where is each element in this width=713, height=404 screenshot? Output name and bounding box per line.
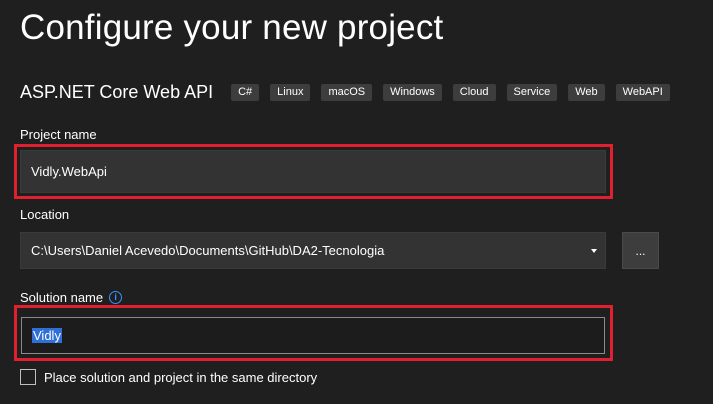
tag-linux: Linux xyxy=(270,83,311,101)
tag-macos: macOS xyxy=(321,83,373,101)
solution-name-input[interactable]: Vidly xyxy=(21,317,605,354)
template-name: ASP.NET Core Web API xyxy=(20,81,214,102)
browse-button[interactable]: ... xyxy=(622,232,659,269)
project-name-label: Project name xyxy=(20,127,97,142)
solution-name-label-row: Solution name i xyxy=(20,290,123,305)
tag-service: Service xyxy=(506,83,558,101)
page-title: Configure your new project xyxy=(20,8,444,47)
chevron-down-icon[interactable] xyxy=(591,248,597,253)
project-name-value: Vidly.WebApi xyxy=(31,164,107,179)
project-name-input[interactable]: Vidly.WebApi xyxy=(20,150,606,193)
location-value: C:\Users\Daniel Acevedo\Documents\GitHub… xyxy=(31,243,385,258)
info-icon[interactable]: i xyxy=(109,291,123,304)
location-combobox[interactable]: C:\Users\Daniel Acevedo\Documents\GitHub… xyxy=(20,232,606,269)
tag-csharp: C# xyxy=(231,83,260,101)
template-info: ASP.NET Core Web API C# Linux macOS Wind… xyxy=(20,80,670,104)
same-directory-option[interactable]: Place solution and project in the same d… xyxy=(20,369,317,385)
tag-web: Web xyxy=(568,83,605,101)
same-directory-checkbox[interactable] xyxy=(20,369,36,385)
tag-windows: Windows xyxy=(383,83,442,101)
solution-name-value: Vidly xyxy=(32,328,62,343)
location-label: Location xyxy=(20,207,70,222)
tag-cloud: Cloud xyxy=(452,83,496,101)
solution-name-label: Solution name xyxy=(20,290,104,305)
tag-webapi: WebAPI xyxy=(615,83,670,101)
same-directory-label[interactable]: Place solution and project in the same d… xyxy=(44,370,317,385)
configure-project-dialog: Configure your new project ASP.NET Core … xyxy=(0,0,713,404)
